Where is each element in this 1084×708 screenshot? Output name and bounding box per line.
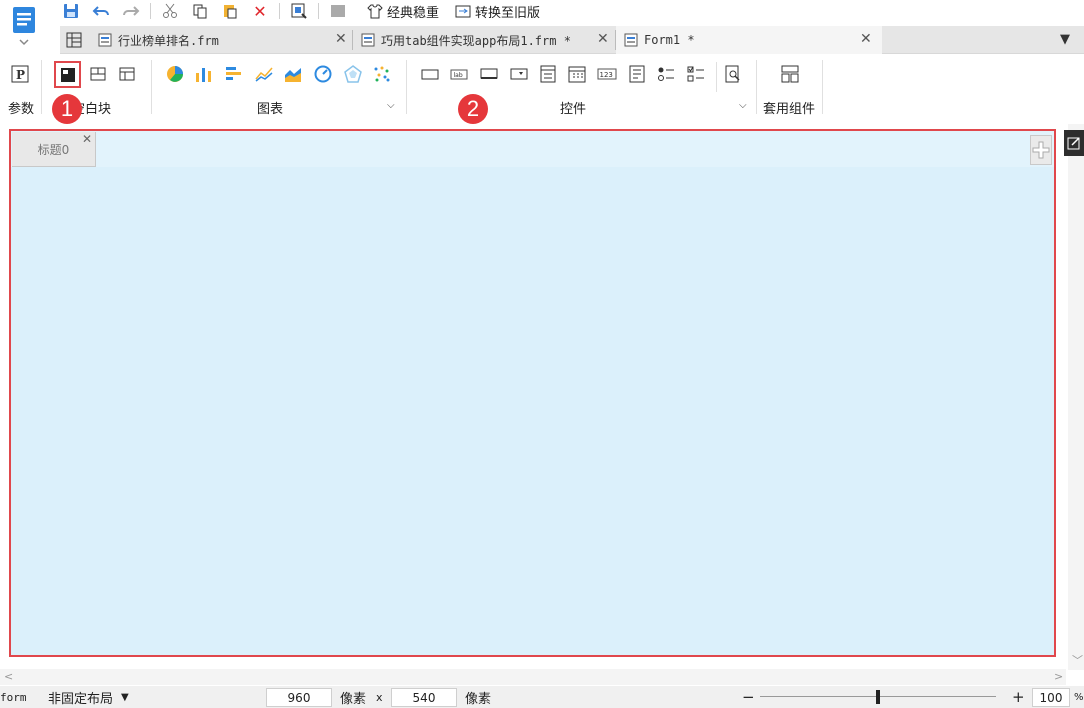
dropdown-tree-control-icon[interactable]	[538, 64, 558, 84]
zoom-unit: %	[1074, 691, 1084, 703]
template-group-label: 套用组件	[763, 102, 816, 117]
radio-group-control-icon[interactable]	[656, 64, 676, 84]
tab-header-strip	[11, 131, 1054, 167]
file-tab-strip: 行业榜单排名.frm ✕ 巧用tab组件实现app布局1.frm * ✕ For…	[60, 26, 1084, 54]
status-bar: form 非固定布局 ▼ 960 像素 x 540 像素 − + 100 %	[0, 686, 1084, 708]
radar-chart-icon[interactable]	[343, 64, 363, 84]
tab-title-label: 标题0	[37, 142, 70, 157]
textarea-control-icon[interactable]	[627, 64, 647, 84]
zoom-input[interactable]: 100	[1032, 688, 1070, 707]
close-icon[interactable]: ✕	[597, 31, 609, 47]
delete-icon[interactable]: ✕	[249, 0, 271, 22]
close-icon[interactable]: ✕	[335, 31, 347, 47]
horizontal-bar-chart-icon[interactable]	[224, 64, 244, 84]
control-group-label: 控件	[560, 102, 587, 117]
svg-text:P: P	[16, 68, 25, 82]
width-input[interactable]: 960	[266, 688, 332, 707]
split-vertical-icon[interactable]	[88, 64, 108, 84]
tab-label: Form1 *	[644, 33, 695, 47]
convert-old-version-button[interactable]: 转换至旧版	[455, 2, 540, 21]
chevron-down-icon[interactable]: ⌵	[387, 100, 395, 111]
convert-old-version-label: 转换至旧版	[475, 5, 541, 21]
scroll-down-icon[interactable]: ﹀	[1072, 652, 1083, 668]
plus-icon	[1032, 141, 1050, 159]
step-badge-1: 1	[52, 94, 82, 124]
svg-text:lab: lab	[454, 72, 463, 79]
button-control-icon[interactable]	[479, 64, 499, 84]
edit-properties-button[interactable]	[1064, 130, 1084, 156]
blank-block-button[interactable]	[54, 61, 81, 88]
app-menu-button[interactable]	[10, 4, 38, 48]
blank-block-icon	[60, 67, 75, 82]
layout-mode-select[interactable]: 非固定布局 ▼	[48, 688, 129, 707]
chevron-down-icon[interactable]: ⌵	[739, 100, 747, 111]
shirt-icon	[367, 4, 383, 19]
vertical-scrollbar[interactable]: ︿ ﹀	[1068, 124, 1084, 670]
classic-theme-button[interactable]: 经典稳重	[367, 2, 439, 21]
ribbon-toolbar: P 参数 空白块 图表 ⌵ lab 123 控件 ⌵ 套用组件	[0, 56, 1084, 122]
area-chart-icon[interactable]	[283, 64, 303, 84]
height-input[interactable]: 540	[391, 688, 457, 707]
paste-icon[interactable]	[219, 0, 241, 22]
textbox-control-icon[interactable]	[420, 64, 440, 84]
tab-label: 巧用tab组件实现app布局1.frm *	[381, 33, 571, 48]
form-file-icon	[361, 33, 375, 47]
edit-icon	[1067, 137, 1080, 150]
chevron-down-icon: ▼	[121, 691, 129, 703]
form-file-icon	[98, 33, 112, 47]
horizontal-scrollbar[interactable]: < >	[0, 669, 1066, 685]
date-control-icon[interactable]	[567, 64, 587, 84]
mode-label: form	[0, 690, 27, 704]
template-component-icon[interactable]	[780, 64, 800, 84]
tab-tab-component-app-layout[interactable]: 巧用tab组件实现app布局1.frm * ✕	[353, 26, 615, 54]
redo-icon[interactable]	[120, 0, 142, 22]
gauge-chart-icon[interactable]	[313, 64, 333, 84]
close-icon[interactable]: ✕	[860, 31, 872, 47]
scatter-chart-icon[interactable]	[372, 64, 392, 84]
copy-icon[interactable]	[189, 0, 211, 22]
times-sign: x	[376, 690, 383, 704]
preview-icon[interactable]	[288, 0, 310, 22]
cut-icon[interactable]	[159, 0, 181, 22]
save-icon[interactable]	[60, 0, 82, 22]
zoom-out-icon[interactable]: −	[742, 688, 755, 706]
checkbox-group-control-icon[interactable]	[686, 64, 706, 84]
tab-list-dropdown-icon[interactable]: ▼	[1060, 32, 1070, 47]
tab-form1[interactable]: Form1 * ✕	[616, 26, 882, 54]
convert-icon	[455, 5, 471, 18]
layout-mode-value: 非固定布局	[48, 691, 114, 707]
height-unit: 像素	[465, 691, 492, 707]
svg-text:123: 123	[600, 71, 613, 79]
app-logo-icon	[13, 7, 35, 46]
zoom-slider-thumb[interactable]	[876, 690, 880, 704]
tab-industry-ranking[interactable]: 行业榜单排名.frm ✕	[90, 26, 352, 54]
number-control-icon[interactable]: 123	[597, 64, 617, 84]
zoom-in-icon[interactable]: +	[1012, 688, 1025, 706]
scroll-left-icon[interactable]: <	[4, 670, 13, 683]
form-file-icon	[624, 33, 638, 47]
scroll-right-icon[interactable]: >	[1054, 670, 1063, 683]
param-group-label: 参数	[8, 102, 35, 117]
layout-grid-icon[interactable]	[66, 32, 82, 51]
tab-title-0[interactable]: 标题0 ✕	[12, 132, 96, 167]
search-query-control-icon[interactable]	[723, 64, 743, 84]
width-unit: 像素	[340, 691, 367, 707]
chart-group-label: 图表	[257, 102, 284, 117]
classic-theme-label: 经典稳重	[387, 5, 440, 21]
split-grid-icon[interactable]	[117, 64, 137, 84]
image-icon[interactable]	[327, 0, 349, 22]
parameter-icon[interactable]: P	[10, 64, 30, 84]
quick-toolbar: ✕ 经典稳重 转换至旧版	[60, 0, 546, 22]
close-icon[interactable]: ✕	[82, 132, 92, 146]
tab-label: 行业榜单排名.frm	[118, 33, 219, 48]
pie-chart-icon[interactable]	[165, 64, 185, 84]
line-chart-icon[interactable]	[254, 64, 274, 84]
add-tab-button[interactable]	[1030, 135, 1052, 165]
tab-layout-canvas[interactable]: 标题0 ✕	[9, 129, 1056, 657]
label-control-icon[interactable]: lab	[449, 64, 469, 84]
dropdown-control-icon[interactable]	[509, 64, 529, 84]
bar-chart-icon[interactable]	[194, 64, 214, 84]
undo-icon[interactable]	[90, 0, 112, 22]
step-badge-2: 2	[458, 94, 488, 124]
